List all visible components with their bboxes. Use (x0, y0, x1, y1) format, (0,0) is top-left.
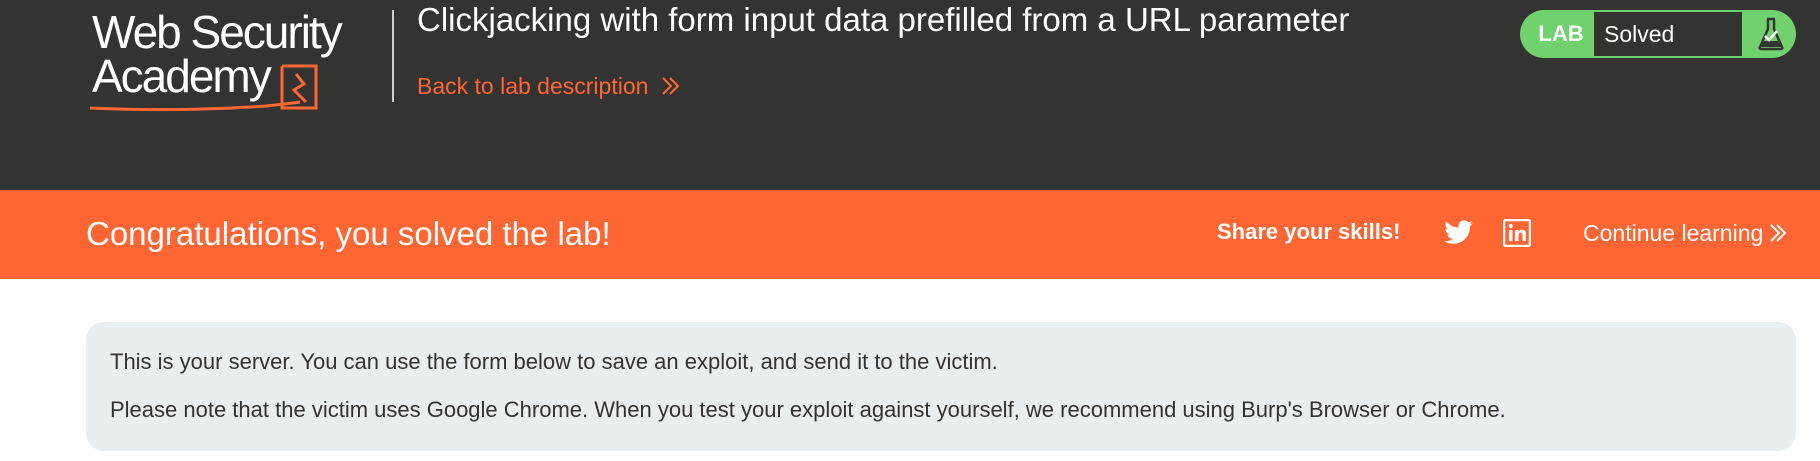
back-to-lab-description-link[interactable]: Back to lab description (417, 72, 680, 100)
continue-learning-link[interactable]: Continue learning (1583, 218, 1787, 248)
double-chevron-right-icon (1770, 224, 1787, 242)
server-info-box: This is your server. You can use the for… (86, 322, 1796, 451)
flask-icon (1746, 10, 1796, 58)
web-security-academy-logo[interactable]: Web Security Academy (86, 4, 396, 116)
lab-header: Web Security Academy Clickjacking with f… (0, 0, 1820, 190)
lab-status-text: Solved (1594, 12, 1742, 56)
server-info-text: This is your server. You can use the for… (110, 349, 998, 374)
share-skills-label: Share your skills! (1217, 219, 1401, 244)
lab-status-widget: LAB Solved (1520, 10, 1796, 58)
back-link-label: Back to lab description (417, 73, 649, 99)
linkedin-icon[interactable] (1503, 219, 1531, 247)
twitter-icon[interactable] (1444, 220, 1474, 246)
logo-divider (392, 10, 394, 102)
svg-text:Academy: Academy (92, 50, 272, 102)
browser-note-text: Please note that the victim uses Google … (110, 397, 1506, 422)
lab-badge: LAB (1538, 21, 1584, 46)
solved-banner: Congratulations, you solved the lab! Sha… (0, 190, 1820, 279)
continue-learning-label: Continue learning (1583, 220, 1764, 246)
lab-title: Clickjacking with form input data prefil… (417, 1, 1350, 38)
congratulations-message: Congratulations, you solved the lab! (86, 215, 611, 252)
double-chevron-right-icon (662, 77, 680, 95)
